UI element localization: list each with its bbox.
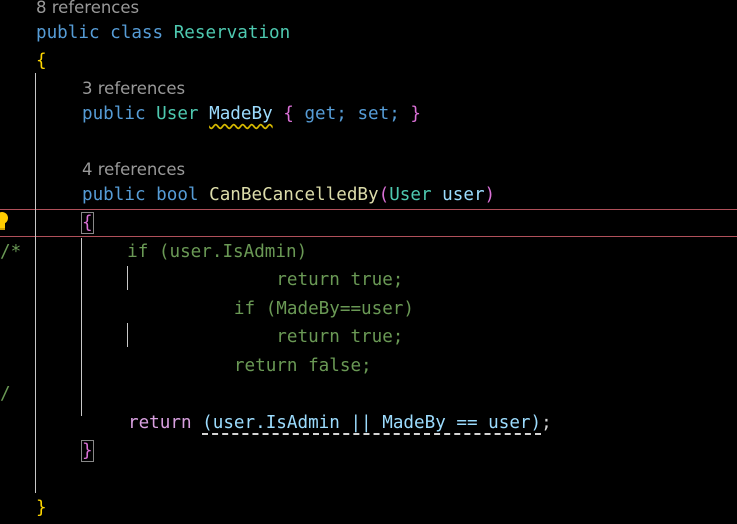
code-line-class-close-brace[interactable]: } bbox=[36, 494, 47, 522]
codelens-method-references[interactable]: 4 references bbox=[82, 160, 185, 180]
keyword-public: public bbox=[36, 23, 100, 43]
code-line-class-open-brace[interactable]: { bbox=[36, 47, 47, 75]
paren: ) bbox=[484, 185, 496, 205]
indent-guide bbox=[35, 73, 36, 493]
type-name: User bbox=[156, 104, 199, 124]
paren: ( bbox=[378, 185, 390, 205]
return-expression: (user.IsAdmin || MadeBy == user) bbox=[202, 413, 542, 435]
semicolon: ; bbox=[541, 413, 552, 433]
comment-line[interactable]: return false; bbox=[128, 352, 372, 380]
lightbulb-icon[interactable] bbox=[0, 211, 9, 231]
class-name: Reservation bbox=[173, 23, 291, 43]
brace: { bbox=[36, 51, 47, 71]
code-line-method-close-brace[interactable]: } bbox=[81, 437, 94, 465]
comment-line[interactable]: /* if (user.IsAdmin) bbox=[0, 238, 307, 266]
code-line-property[interactable]: public User MadeBy { get; set; } bbox=[82, 100, 421, 128]
keyword-bool: bool bbox=[156, 185, 199, 205]
property-name: MadeBy bbox=[209, 104, 273, 124]
code-line-method-open-brace[interactable]: { bbox=[81, 209, 94, 237]
codelens-property-references[interactable]: 3 references bbox=[82, 79, 185, 99]
type-name: User bbox=[389, 185, 432, 205]
brace: } bbox=[410, 104, 421, 124]
keyword-get: get; bbox=[304, 104, 347, 124]
keyword-public: public bbox=[82, 185, 146, 205]
comment-line[interactable]: / bbox=[0, 380, 11, 408]
keyword-public: public bbox=[82, 104, 146, 124]
codelens-class-references[interactable]: 8 references bbox=[36, 0, 139, 18]
code-line-return[interactable]: return (user.IsAdmin || MadeBy == user); bbox=[128, 409, 552, 437]
brace: } bbox=[36, 498, 47, 518]
code-line-method-signature[interactable]: public bool CanBeCancelledBy(User user) bbox=[82, 181, 495, 209]
current-line-highlight bbox=[0, 209, 737, 237]
brace: { bbox=[283, 104, 294, 124]
comment-line[interactable]: return true; bbox=[128, 266, 403, 294]
keyword-set: set; bbox=[357, 104, 400, 124]
keyword-return: return bbox=[128, 413, 192, 433]
comment-line[interactable]: if (MadeBy==user) bbox=[128, 295, 414, 323]
keyword-class: class bbox=[110, 23, 164, 43]
code-line-class-declaration[interactable]: public class Reservation bbox=[36, 19, 290, 47]
method-name: CanBeCancelledBy bbox=[209, 185, 379, 205]
comment-line[interactable]: return true; bbox=[128, 323, 403, 351]
parameter-name: user bbox=[442, 185, 485, 205]
matched-brace: { bbox=[81, 212, 94, 234]
matched-brace: } bbox=[81, 440, 94, 462]
